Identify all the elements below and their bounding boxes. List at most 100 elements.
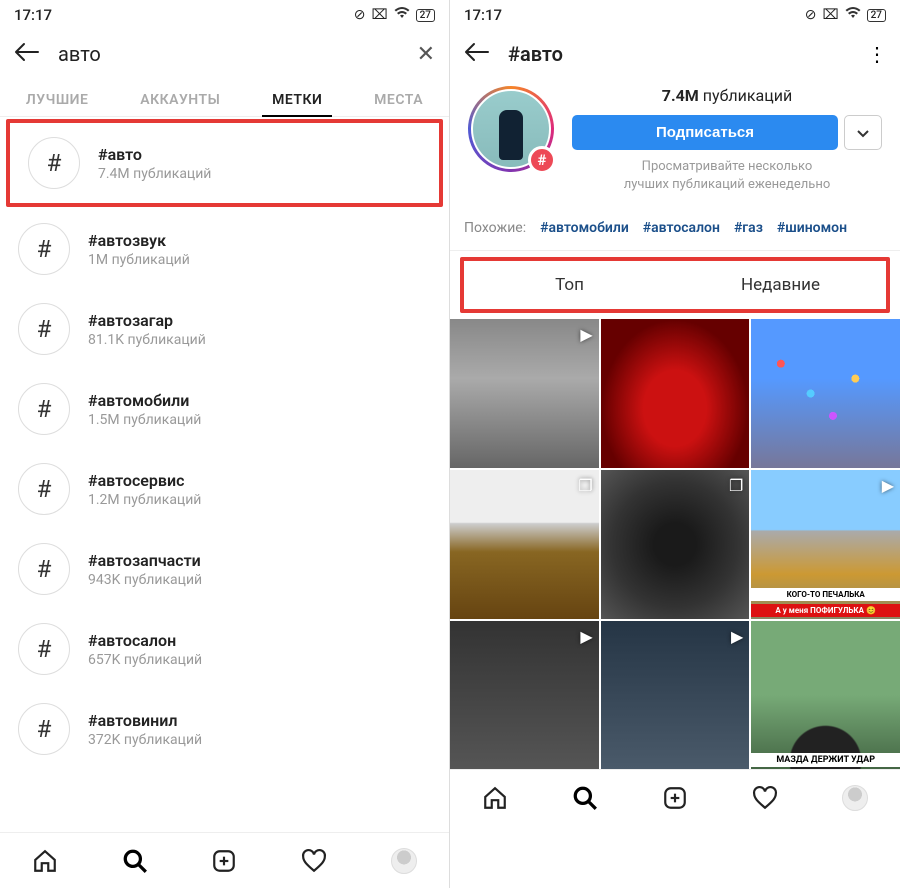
tab-accounts[interactable]: АККАУНТЫ [136,84,224,116]
wifi-icon [845,7,861,23]
grid-cell[interactable] [601,319,750,468]
related-tag[interactable]: #автомобили [540,220,629,236]
dnd-icon: ⊘ [354,7,366,23]
sim-icon: ⌧ [822,7,838,23]
grid-cell[interactable]: ▶ [450,319,599,468]
battery-icon: 27 [416,9,435,22]
grid-cell[interactable]: ❐ [601,470,750,619]
nav-activity-icon[interactable] [752,785,778,811]
hashtag-result[interactable]: # #авто 7.4M публикаций [10,123,439,203]
hash-icon: # [18,463,70,515]
related-tags: Похожие: #автомобили #автосалон #газ #ши… [450,202,900,251]
hashtag-result[interactable]: # #автосалон 657K публикаций [0,609,449,689]
hashtag-name: #автомобили [88,391,201,410]
hashtag-name: #автозвук [88,231,190,250]
hashtag-result[interactable]: # #автовинил 372K публикаций [0,689,449,769]
related-label: Похожие: [464,220,526,236]
video-icon: ▶ [580,627,592,646]
hash-icon: # [18,623,70,675]
grid-cell[interactable]: ▶ КОГО-ТО ПЕЧАЛЬКА А у меня ПОФИГУЛЬКА 😊 [751,470,900,619]
back-icon[interactable] [464,40,490,68]
nav-home-icon[interactable] [482,785,508,811]
feed-tab-recent[interactable]: Недавние [675,261,886,309]
status-bar: 17:17 ⊘ ⌧ 27 [450,0,900,30]
tab-top[interactable]: ЛУЧШИЕ [22,84,93,116]
hashtag-count: 657K публикаций [88,652,202,668]
nav-profile-icon[interactable] [391,848,417,874]
hash-icon: # [18,383,70,435]
carousel-icon: ❐ [578,476,592,495]
nav-search-icon[interactable] [572,785,598,811]
hashtag-title: #авто [508,42,849,66]
related-tag[interactable]: #шиномон [777,220,847,236]
hashtag-count: 7.4M публикаций [98,166,211,182]
meme-caption: А у меня ПОФИГУЛЬКА 😊 [751,604,900,617]
grid-cell[interactable]: ❐ [450,470,599,619]
hash-icon: # [18,223,70,275]
hashtag-result[interactable]: # #автосервис 1.2M публикаций [0,449,449,529]
hashtag-count: 1.5M публикаций [88,412,201,428]
hashtag-subtext: Просматривайте несколько лучших публикац… [624,158,831,194]
status-time: 17:17 [14,6,52,24]
nav-home-icon[interactable] [32,848,58,874]
back-icon[interactable] [14,40,40,68]
hashtag-result[interactable]: # #автозагар 81.1K публикаций [0,289,449,369]
hashtag-avatar[interactable]: # [468,86,554,172]
status-icons: ⊘ ⌧ 27 [354,7,435,23]
meme-caption: КОГО-ТО ПЕЧАЛЬКА [751,588,900,601]
carousel-icon: ❐ [729,476,743,495]
hash-icon: # [18,303,70,355]
grid-cell[interactable]: МАЗДА ДЕРЖИТ УДАР [751,621,900,770]
status-icons: ⊘ ⌧ 27 [805,7,886,23]
tab-tags[interactable]: МЕТКИ [268,84,326,116]
status-bar: 17:17 ⊘ ⌧ 27 [0,0,449,30]
related-tag[interactable]: #автосалон [643,220,720,236]
tab-places[interactable]: МЕСТА [370,84,427,116]
hashtag-count: 81.1K публикаций [88,332,206,348]
bottom-nav [0,832,449,888]
status-time: 17:17 [464,6,502,24]
phone-hashtag-screen: 17:17 ⊘ ⌧ 27 #авто ⋮ # 7.4M публикаций [450,0,900,888]
nav-profile-icon[interactable] [842,785,868,811]
more-icon[interactable]: ⋮ [867,42,886,66]
wifi-icon [394,7,410,23]
video-icon: ▶ [882,476,894,495]
grid-cell[interactable]: ▶ [601,621,750,770]
sim-icon: ⌧ [371,7,387,23]
search-input[interactable]: авто [58,42,399,66]
related-tag[interactable]: #газ [734,220,763,236]
feed-tabs-highlight: Топ Недавние [460,257,890,313]
nav-create-icon[interactable] [662,785,688,811]
nav-activity-icon[interactable] [301,848,327,874]
hash-icon: # [18,703,70,755]
nav-search-icon[interactable] [122,848,148,874]
follow-dropdown-button[interactable] [844,115,882,150]
grid-cell[interactable] [751,319,900,468]
hashtag-count: 1.2M публикаций [88,492,201,508]
phone-search-screen: 17:17 ⊘ ⌧ 27 авто ✕ ЛУЧШИЕ АККАУНТЫ МЕТК… [0,0,450,888]
hashtag-name: #автозагар [88,311,206,330]
post-count: 7.4M публикаций [662,86,792,105]
nav-create-icon[interactable] [211,848,237,874]
battery-icon: 27 [867,9,886,22]
clear-icon[interactable]: ✕ [417,42,435,67]
video-icon: ▶ [731,627,743,646]
bottom-nav [450,769,900,825]
hashtag-count: 943K публикаций [88,572,202,588]
hashtag-count: 372K публикаций [88,732,202,748]
hashtag-name: #автосалон [88,631,202,650]
hashtag-result[interactable]: # #автомобили 1.5M публикаций [0,369,449,449]
video-icon: ▶ [580,325,592,344]
hashtag-result[interactable]: # #автозапчасти 943K публикаций [0,529,449,609]
hashtag-result[interactable]: # #автозвук 1M публикаций [0,209,449,289]
hash-icon: # [28,137,80,189]
meme-caption: МАЗДА ДЕРЖИТ УДАР [751,753,900,767]
hash-badge-icon: # [528,146,556,174]
grid-cell[interactable]: ▶ [450,621,599,770]
feed-tab-top[interactable]: Топ [464,261,675,309]
follow-button[interactable]: Подписаться [572,115,838,150]
hashtag-hero: # 7.4M публикаций Подписаться Просматрив… [450,74,900,202]
hashtag-name: #автосервис [88,471,201,490]
post-grid: ▶ ❐ ❐ ▶ КОГО-ТО ПЕЧАЛЬКА А у меня ПОФИГУ… [450,317,900,769]
hashtag-name: #авто [98,145,211,164]
